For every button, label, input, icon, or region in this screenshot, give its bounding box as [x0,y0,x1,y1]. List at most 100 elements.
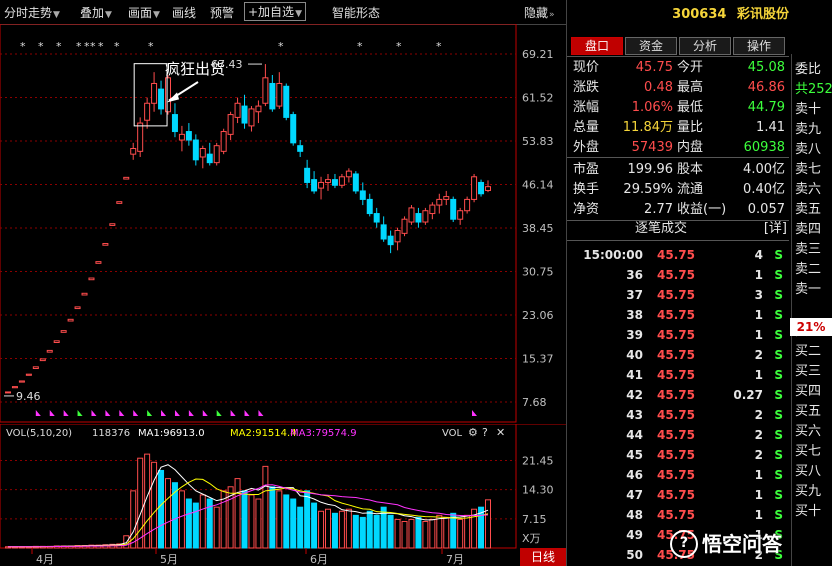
volume-bar[interactable] [283,494,290,549]
candle-body[interactable] [88,277,95,281]
candle-body[interactable] [206,153,213,164]
volume-bar[interactable] [311,502,318,549]
candle-body[interactable] [380,224,387,240]
volume-bar[interactable] [387,514,394,549]
volume-bar[interactable] [178,490,185,549]
volume-chart[interactable]: VOL(5,10,20) 118376 MA1:96913.0 MA2:91514.4… [0,424,566,566]
candle-body[interactable] [255,105,262,113]
candle-body[interactable] [46,349,53,353]
candle-body[interactable] [387,235,394,246]
candle-body[interactable] [485,186,491,191]
candle-body[interactable] [304,167,311,183]
candle-body[interactable] [18,380,25,383]
candle-body[interactable] [276,82,283,107]
volume-bar[interactable] [436,514,443,549]
volume-bar[interactable] [345,508,352,549]
volume-bar[interactable] [352,514,359,549]
volume-bar[interactable] [297,506,304,549]
volume-bar[interactable] [199,494,206,549]
volume-bar[interactable] [394,518,401,549]
candle-body[interactable] [171,114,178,133]
volume-bar[interactable] [331,512,338,549]
toolbar-item-4[interactable]: 预警 [210,4,234,21]
volume-bar[interactable] [457,518,464,549]
toolbar-item-0[interactable]: 分时走势▼ [4,4,60,21]
candle-body[interactable] [443,196,450,200]
candle-body[interactable] [464,198,471,212]
volume-bar[interactable] [443,516,450,549]
volume-bar[interactable] [422,520,429,549]
volume-bar[interactable] [338,510,345,549]
volume-bar[interactable] [192,502,199,549]
candle-body[interactable] [11,386,18,389]
candle-body[interactable] [471,176,478,200]
candle-body[interactable] [165,77,171,113]
volume-bar[interactable] [255,498,262,549]
candle-body[interactable] [67,318,74,322]
volume-bar[interactable] [185,498,192,549]
candle-body[interactable] [102,243,109,246]
candle-body[interactable] [345,170,352,178]
candle-body[interactable] [436,198,443,206]
candlestick-chart[interactable]: 69.21 61.52 53.83 46.14 38.45 30.75 23.06 15.37… [0,24,566,424]
volume-bar[interactable] [485,499,491,549]
candle-body[interactable] [5,391,11,394]
volume-bar[interactable] [276,490,283,549]
volume-bar[interactable] [248,494,255,549]
candle-body[interactable] [241,105,248,124]
candle-body[interactable] [429,204,436,215]
candle-body[interactable] [25,373,32,376]
toolbar-item-1[interactable]: 叠加▼ [80,4,112,21]
candle-body[interactable] [123,176,130,180]
close-icon[interactable]: ✕ [496,426,505,439]
candle-body[interactable] [457,210,464,220]
candle-body[interactable] [81,292,88,296]
volume-bar[interactable] [429,518,436,549]
candle-body[interactable] [39,358,46,362]
candle-body[interactable] [227,114,234,135]
candle-body[interactable] [373,213,380,223]
candle-body[interactable] [151,82,158,104]
candle-body[interactable] [311,179,318,192]
volume-bar[interactable] [151,461,158,549]
tab-pankou[interactable]: 盘口 [571,37,623,55]
toolbar-item-5[interactable]: +加自选▼ [244,2,306,21]
candle-body[interactable] [109,223,116,226]
volume-bar[interactable] [269,486,276,549]
candle-body[interactable] [283,85,290,118]
candle-body[interactable] [137,122,144,152]
volume-bar[interactable] [241,490,248,549]
volume-bar[interactable] [373,514,380,549]
volume-bar[interactable] [234,478,241,549]
candle-body[interactable] [338,176,345,186]
help-icon[interactable]: ? [482,426,488,439]
candle-body[interactable] [269,82,276,110]
candle-body[interactable] [199,148,206,158]
candle-body[interactable] [130,148,137,155]
candle-body[interactable] [144,102,151,121]
volume-bar[interactable] [165,478,171,549]
candle-body[interactable] [359,190,366,200]
toolbar-item-3[interactable]: 画线 [172,4,196,21]
gear-icon[interactable]: ⚙ [468,426,478,439]
volume-bar[interactable] [318,510,325,549]
candle-body[interactable] [60,330,67,333]
volume-bar[interactable] [401,520,408,549]
volume-bar[interactable] [137,457,144,549]
candle-body[interactable] [192,139,199,161]
volume-bar[interactable] [464,514,471,549]
candle-body[interactable] [248,108,255,127]
candle-body[interactable] [352,173,359,192]
candle-body[interactable] [290,114,297,144]
candle-body[interactable] [220,131,227,152]
toolbar-item-6[interactable]: 智能形态 [332,4,380,21]
candle-body[interactable] [422,210,429,223]
candle-body[interactable] [394,230,401,243]
candle-body[interactable] [366,198,373,215]
candle-body[interactable] [234,102,241,118]
volume-bar[interactable] [290,498,297,549]
toolbar-item-2[interactable]: 画面▼ [128,4,160,21]
volume-bar[interactable] [408,518,415,549]
candle-body[interactable] [116,201,123,204]
tab-daily[interactable]: 日线 [520,548,566,566]
